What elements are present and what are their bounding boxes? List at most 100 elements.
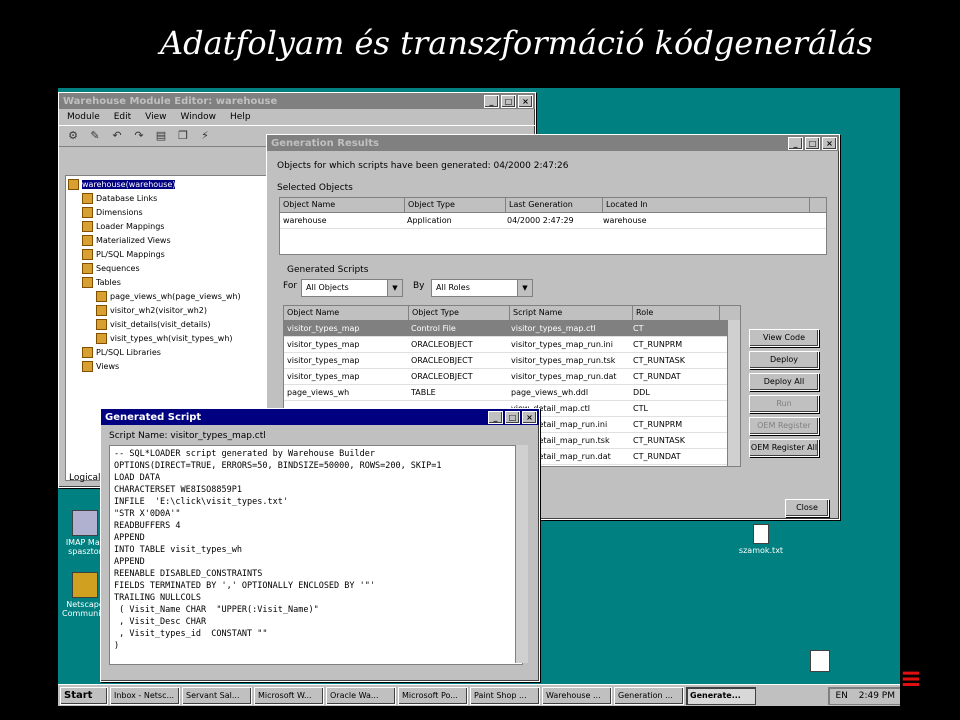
- chevron-down-icon[interactable]: ▼: [517, 280, 532, 296]
- minimize-button[interactable]: _: [788, 136, 803, 150]
- table-row[interactable]: visitor_types_map ORACLEOBJECT visitor_typ…: [284, 353, 740, 369]
- column-header[interactable]: Object Type: [409, 306, 510, 320]
- menu-window[interactable]: Window: [181, 112, 217, 122]
- tree-item[interactable]: visitor_wh2(visitor_wh2): [68, 304, 268, 318]
- script-name-label: Script Name: visitor_types_map.ctl: [109, 431, 266, 441]
- menu-help[interactable]: Help: [230, 112, 251, 122]
- minimize-button[interactable]: _: [484, 94, 499, 108]
- table-row[interactable]: visitor_types_map ORACLEOBJECT visitor_typ…: [284, 369, 740, 385]
- language-indicator[interactable]: EN: [835, 691, 847, 701]
- close-button[interactable]: ×: [822, 136, 837, 150]
- oem-register-all-button[interactable]: OEM Register All: [749, 439, 819, 457]
- module-editor-titlebar[interactable]: Warehouse Module Editor: warehouse _ □ ×: [59, 93, 535, 109]
- code-line: , Visit_types_id CONSTANT "": [114, 629, 268, 639]
- close-dialog-button[interactable]: Close: [785, 499, 829, 517]
- script-text-area[interactable]: -- SQL*LOADER script generated by Wareho…: [109, 445, 523, 665]
- tree-item[interactable]: PL/SQL Libraries: [68, 346, 268, 360]
- folder-icon: [82, 263, 93, 274]
- properties-icon[interactable]: ⚙: [65, 128, 81, 144]
- tree-item[interactable]: Database Links: [68, 192, 268, 206]
- deploy-button[interactable]: Deploy: [749, 351, 819, 369]
- maximize-button[interactable]: □: [805, 136, 820, 150]
- redo-icon[interactable]: ↷: [131, 128, 147, 144]
- close-button[interactable]: ×: [518, 94, 533, 108]
- column-header[interactable]: Last Generation: [506, 198, 603, 212]
- scrollbar[interactable]: [727, 320, 740, 466]
- column-header[interactable]: Object Type: [405, 198, 506, 212]
- oem-register-button[interactable]: OEM Register: [749, 417, 819, 435]
- taskbar-item[interactable]: Paint Shop ...: [470, 687, 540, 705]
- code-line: "STR X'0D0A'": [114, 509, 181, 519]
- for-select[interactable]: All Objects ▼: [301, 279, 403, 297]
- taskbar-item[interactable]: Warehouse ...: [542, 687, 612, 705]
- folder-icon: [82, 361, 93, 372]
- tree-item[interactable]: Tables: [68, 276, 268, 290]
- tree-item[interactable]: Dimensions: [68, 206, 268, 220]
- folder-icon: [82, 249, 93, 260]
- undo-icon[interactable]: ↶: [109, 128, 125, 144]
- desktop-icon-szamok[interactable]: szamok.txt: [738, 524, 784, 555]
- menu-view[interactable]: View: [145, 112, 166, 122]
- maximize-button[interactable]: □: [501, 94, 516, 108]
- column-header[interactable]: Located In: [603, 198, 810, 212]
- menu-edit[interactable]: Edit: [114, 112, 131, 122]
- table-row[interactable]: warehouse Application 04/2000 2:47:29 wa…: [280, 213, 826, 229]
- netscape-icon: [72, 572, 98, 598]
- taskbar-item[interactable]: Servant Sal...: [182, 687, 252, 705]
- column-header[interactable]: Role: [633, 306, 720, 320]
- column-header[interactable]: Object Name: [280, 198, 405, 212]
- window-title: Generated Script: [105, 411, 202, 423]
- start-button[interactable]: Start: [60, 687, 108, 705]
- menu-module[interactable]: Module: [67, 112, 100, 122]
- deploy-all-button[interactable]: Deploy All: [749, 373, 819, 391]
- brand-logo-icon: ≡: [900, 664, 922, 694]
- table-row[interactable]: visitor_types_map ORACLEOBJECT visitor_typ…: [284, 337, 740, 353]
- desktop-icon-label: IMAP Mail spasztor: [65, 538, 105, 556]
- document-icon[interactable]: [810, 650, 830, 672]
- copy-icon[interactable]: ❐: [175, 128, 191, 144]
- scrollbar[interactable]: [515, 445, 528, 663]
- table-row[interactable]: page_views_wh TABLE page_views_wh.ddl DDL: [284, 385, 740, 401]
- code-line: REENABLE DISABLED_CONSTRAINTS: [114, 569, 263, 579]
- selected-objects-table[interactable]: Object Name Object Type Last Generation …: [279, 197, 827, 255]
- taskbar-item[interactable]: Microsoft W...: [254, 687, 324, 705]
- taskbar-item[interactable]: Oracle Wa...: [326, 687, 396, 705]
- table-header: Object Name Object Type Last Generation …: [280, 198, 826, 213]
- table-icon: [96, 319, 107, 330]
- taskbar-item[interactable]: Microsoft Po...: [398, 687, 468, 705]
- tree-item[interactable]: PL/SQL Mappings: [68, 248, 268, 262]
- minimize-button[interactable]: _: [488, 410, 503, 424]
- generation-results-titlebar[interactable]: Generation Results _ □ ×: [267, 135, 839, 151]
- tree-item[interactable]: warehouse(warehouse): [68, 178, 268, 192]
- print-icon[interactable]: ▤: [153, 128, 169, 144]
- view-code-button[interactable]: View Code: [749, 329, 819, 347]
- tree-item[interactable]: Materialized Views: [68, 234, 268, 248]
- tree-item[interactable]: Sequences: [68, 262, 268, 276]
- tree-item[interactable]: Views: [68, 360, 268, 374]
- code-line: OPTIONS(DIRECT=TRUE, ERRORS=50, BINDSIZE…: [114, 461, 442, 471]
- tree-item[interactable]: page_views_wh(page_views_wh): [68, 290, 268, 304]
- chevron-down-icon[interactable]: ▼: [387, 280, 402, 296]
- generate-icon[interactable]: ⚡: [197, 128, 213, 144]
- tree-item[interactable]: visit_details(visit_details): [68, 318, 268, 332]
- folder-icon: [82, 235, 93, 246]
- link-icon[interactable]: ✎: [87, 128, 103, 144]
- column-header[interactable]: Script Name: [510, 306, 633, 320]
- code-line: CHARACTERSET WE8ISO8859P1: [114, 485, 242, 495]
- column-header[interactable]: Object Name: [284, 306, 409, 320]
- table-row[interactable]: visitor_types_map Control File visitor_typ…: [284, 321, 740, 337]
- taskbar-item[interactable]: Inbox - Netsc...: [110, 687, 180, 705]
- run-button[interactable]: Run: [749, 395, 819, 413]
- tree-item[interactable]: visit_types_wh(visit_types_wh): [68, 332, 268, 346]
- generated-line: Objects for which scripts have been gene…: [277, 161, 569, 171]
- close-button[interactable]: ×: [522, 410, 537, 424]
- generated-script-titlebar[interactable]: Generated Script _ □ ×: [101, 409, 539, 425]
- window-title: Warehouse Module Editor: warehouse: [63, 95, 278, 107]
- tree-item[interactable]: Loader Mappings: [68, 220, 268, 234]
- maximize-button[interactable]: □: [505, 410, 520, 424]
- taskbar-item-active[interactable]: Generate...: [686, 687, 756, 705]
- taskbar-item[interactable]: Generation ...: [614, 687, 684, 705]
- folder-icon: [68, 179, 79, 190]
- code-line: ): [114, 641, 120, 651]
- by-select[interactable]: All Roles ▼: [431, 279, 533, 297]
